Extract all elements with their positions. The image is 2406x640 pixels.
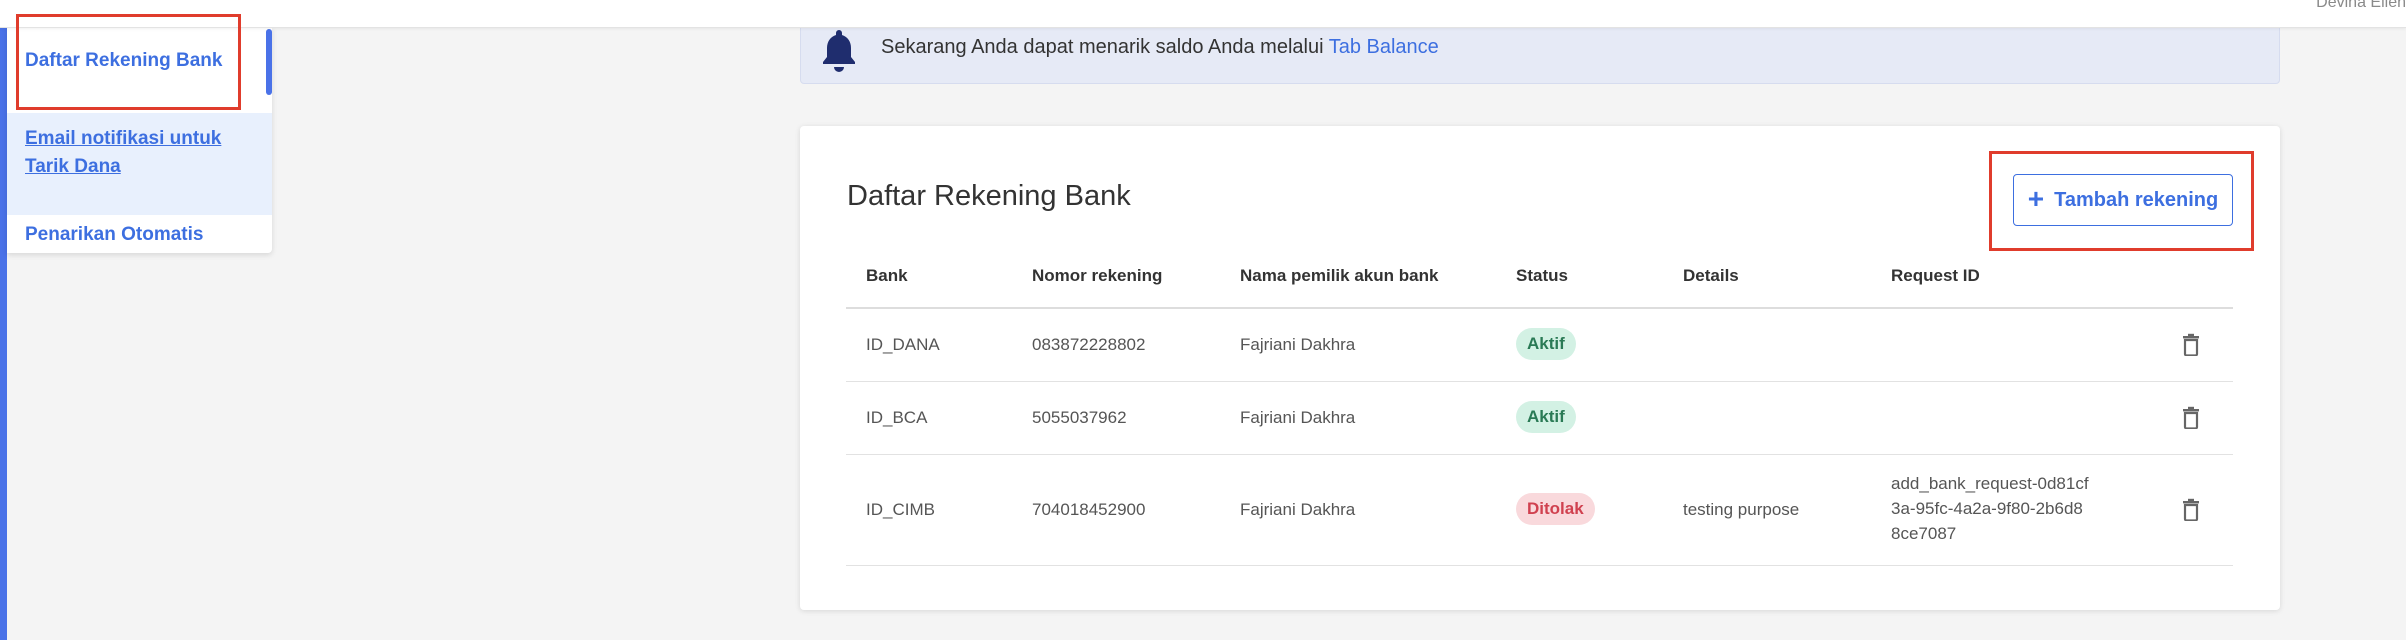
cell-details: testing purpose [1683, 500, 1800, 519]
bank-account-table: Bank Nomor rekening Nama pemilik akun ba… [846, 250, 2233, 566]
cell-account-number: 704018452900 [1032, 500, 1146, 519]
sidebar-item-label: Daftar Rekening Bank [25, 50, 223, 71]
column-header-account-number: Nomor rekening [1032, 266, 1163, 285]
cell-owner: Fajriani Dakhra [1240, 500, 1356, 519]
status-badge: Aktif [1516, 328, 1576, 360]
left-accent-strip [0, 27, 7, 640]
table-header: Bank Nomor rekening Nama pemilik akun ba… [846, 250, 2233, 309]
table-row: ID_CIMB 704018452900 Fajriani Dakhra Dit… [846, 455, 2233, 566]
info-banner: Sekarang Anda dapat menarik saldo Anda m… [800, 20, 2280, 84]
add-account-label: Tambah rekening [2054, 188, 2219, 211]
column-header-details: Details [1683, 266, 1739, 285]
column-header-status: Status [1516, 266, 1568, 285]
banner-message: Sekarang Anda dapat menarik saldo Anda m… [881, 36, 1439, 59]
plus-icon: + [2027, 182, 2045, 214]
cell-owner: Fajriani Dakhra [1240, 335, 1356, 354]
sidebar-item-label: Email notifikasi untuk Tarik Dana [25, 128, 222, 177]
sidebar-item-penarikan-otomatis[interactable]: Penarikan Otomatis [7, 221, 272, 251]
sidebar-menu: Daftar Rekening Bank Email notifikasi un… [7, 27, 272, 253]
cell-bank: ID_CIMB [866, 500, 935, 519]
sidebar-item-label: Penarikan Otomatis [25, 224, 204, 245]
cell-bank: ID_DANA [866, 335, 940, 354]
bank-account-card: Daftar Rekening Bank + Tambah rekening B… [800, 126, 2280, 610]
column-header-request-id: Request ID [1891, 266, 1980, 285]
column-header-owner: Nama pemilik akun bank [1240, 266, 1439, 285]
add-account-button[interactable]: + Tambah rekening [2013, 174, 2233, 226]
sidebar-item-email-notifikasi[interactable]: Email notifikasi untuk Tarik Dana [7, 113, 272, 215]
cell-request-id: add_bank_request-0d81cf3a-95fc-4a2a-9f80… [1891, 474, 2089, 543]
cell-account-number: 083872228802 [1032, 335, 1146, 354]
card-title: Daftar Rekening Bank [847, 180, 1131, 212]
column-header-bank: Bank [866, 266, 908, 285]
table-row: ID_DANA 083872228802 Fajriani Dakhra Akt… [846, 309, 2233, 382]
banner-text: Sekarang Anda dapat menarik saldo Anda m… [881, 36, 1329, 58]
bell-icon [823, 30, 855, 72]
table-row: ID_BCA 5055037962 Fajriani Dakhra Aktif [846, 382, 2233, 455]
cell-owner: Fajriani Dakhra [1240, 408, 1356, 427]
status-badge: Aktif [1516, 401, 1576, 433]
cell-account-number: 5055037962 [1032, 408, 1127, 427]
status-badge: Ditolak [1516, 493, 1595, 525]
cell-bank: ID_BCA [866, 408, 928, 427]
trash-icon[interactable] [2183, 333, 2199, 356]
trash-icon[interactable] [2183, 498, 2199, 521]
trash-icon[interactable] [2183, 406, 2199, 429]
top-bar: Devina Ellen [0, 0, 2406, 28]
sidebar-item-daftar-rekening-bank[interactable]: Daftar Rekening Bank [7, 29, 272, 95]
user-name[interactable]: Devina Ellen [2316, 0, 2406, 12]
tab-balance-link[interactable]: Tab Balance [1329, 36, 1439, 58]
